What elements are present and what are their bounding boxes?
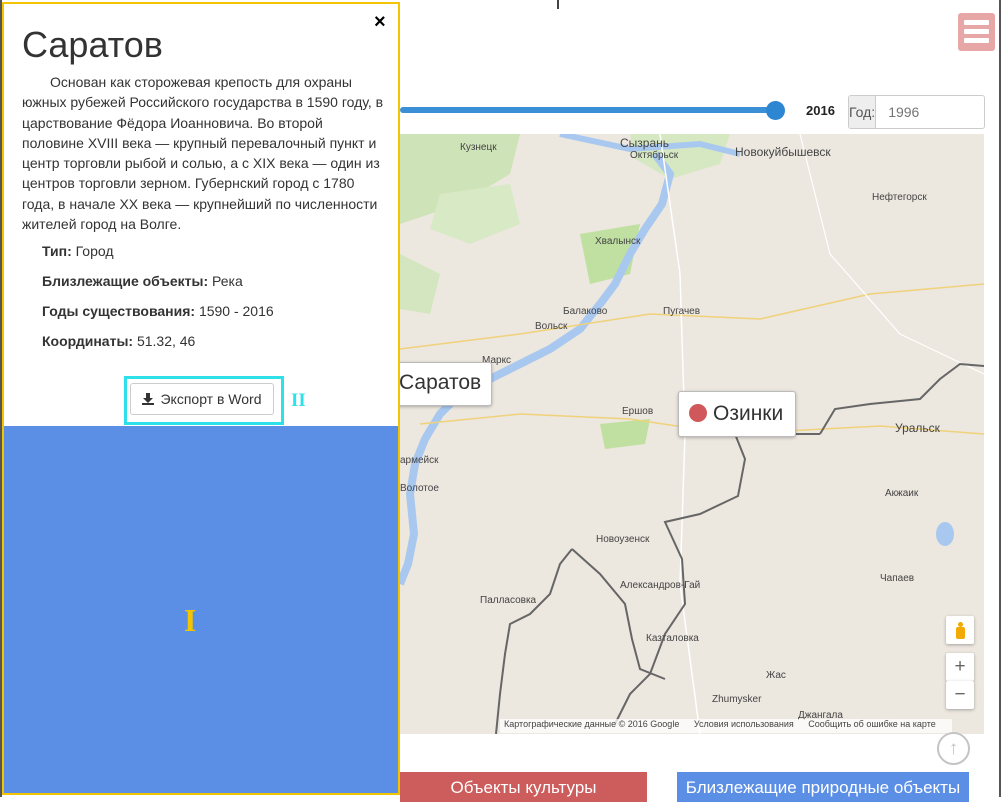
- tab-nearby-nature[interactable]: Близлежащие природные объекты: [677, 772, 969, 802]
- top-divider: [557, 0, 559, 9]
- city-label: Новоузенск: [596, 534, 650, 545]
- field-value: Река: [212, 273, 243, 289]
- export-highlight: Экспорт в Word: [124, 376, 284, 425]
- city-label: Октябрьск: [630, 150, 679, 161]
- city-label: Ершов: [622, 406, 654, 417]
- field-label: Координаты:: [42, 333, 134, 349]
- download-icon: [142, 393, 155, 405]
- map-copyright: Картографические данные © 2016 Google: [504, 719, 680, 729]
- field-value: Город: [75, 243, 114, 259]
- map-view[interactable]: Кузнецк Сызрань Октябрьск Новокуйбышевск…: [400, 134, 984, 734]
- description: Основан как сторожевая крепость для охра…: [22, 74, 384, 233]
- field-value: 51.32, 46: [136, 333, 196, 349]
- city-label: Палласовка: [480, 595, 537, 606]
- field-label: Близлежащие объекты:: [42, 273, 209, 289]
- map-attribution: Картографические данные © 2016 Google Ус…: [500, 719, 952, 733]
- field-nearby: Близлежащие объекты: Река: [42, 273, 243, 289]
- zoom-out-button[interactable]: −: [946, 681, 974, 709]
- map-label-saratov[interactable]: Саратов: [400, 362, 493, 406]
- city-label: Кузнецк: [460, 142, 497, 153]
- city-label: Казталовка: [646, 633, 699, 644]
- hamburger-menu-icon[interactable]: [958, 13, 995, 51]
- scroll-up-icon[interactable]: ↑: [937, 732, 970, 765]
- map-label-ozinki[interactable]: Озинки: [678, 391, 797, 437]
- city-label: Жас: [766, 670, 786, 681]
- year-input-group: Год:: [848, 95, 985, 129]
- year-slider-track[interactable]: [400, 107, 776, 113]
- map-terms-link[interactable]: Условия использования: [694, 719, 794, 729]
- field-label: Тип:: [42, 243, 72, 259]
- year-input-addon: Год:: [849, 96, 877, 128]
- field-type: Тип: Город: [42, 243, 114, 259]
- city-label: Балаково: [563, 306, 608, 317]
- year-slider-handle[interactable]: [766, 101, 785, 120]
- field-label: Годы существования:: [42, 303, 196, 319]
- export-word-label: Экспорт в Word: [160, 391, 262, 407]
- city-label: Акжаик: [885, 488, 919, 499]
- map-report-link[interactable]: Сообщить об ошибке на карте: [808, 719, 935, 729]
- city-label: Пугачев: [663, 306, 701, 317]
- city-label: Новокуйбышевск: [735, 145, 831, 159]
- year-slider-max-label: 2016: [806, 103, 835, 118]
- page-title: Саратов: [22, 24, 163, 65]
- info-panel: × Саратов Основан как сторожевая крепост…: [2, 2, 400, 795]
- tab-culture-objects[interactable]: Объекты культуры: [400, 772, 647, 802]
- location-dot-icon: [689, 404, 707, 422]
- field-coordinates: Координаты: 51.32, 46: [42, 333, 195, 349]
- annotation-marker-ii: II: [291, 390, 306, 411]
- year-input[interactable]: [876, 96, 984, 128]
- city-label: армейск: [400, 455, 439, 466]
- field-value: 1590 - 2016: [198, 303, 274, 319]
- pegman-icon[interactable]: [946, 616, 974, 644]
- blue-content-area: I: [4, 426, 398, 793]
- city-label: Уральск: [895, 421, 940, 435]
- city-label: Zhumysker: [712, 694, 762, 705]
- city-label: Чапаев: [880, 573, 915, 584]
- field-years: Годы существования: 1590 - 2016: [42, 303, 274, 319]
- city-label: Вольск: [535, 321, 568, 332]
- close-icon[interactable]: ×: [374, 12, 386, 32]
- city-label: Нефтегорск: [872, 192, 927, 203]
- annotation-marker-i: I: [184, 602, 197, 638]
- city-label: Александров-Гай: [620, 580, 701, 591]
- export-word-button[interactable]: Экспорт в Word: [130, 383, 274, 415]
- city-label: Хвалынск: [595, 236, 641, 247]
- zoom-in-button[interactable]: +: [946, 653, 974, 681]
- city-label: Волотое: [400, 483, 439, 494]
- city-label: Сызрань: [620, 136, 670, 150]
